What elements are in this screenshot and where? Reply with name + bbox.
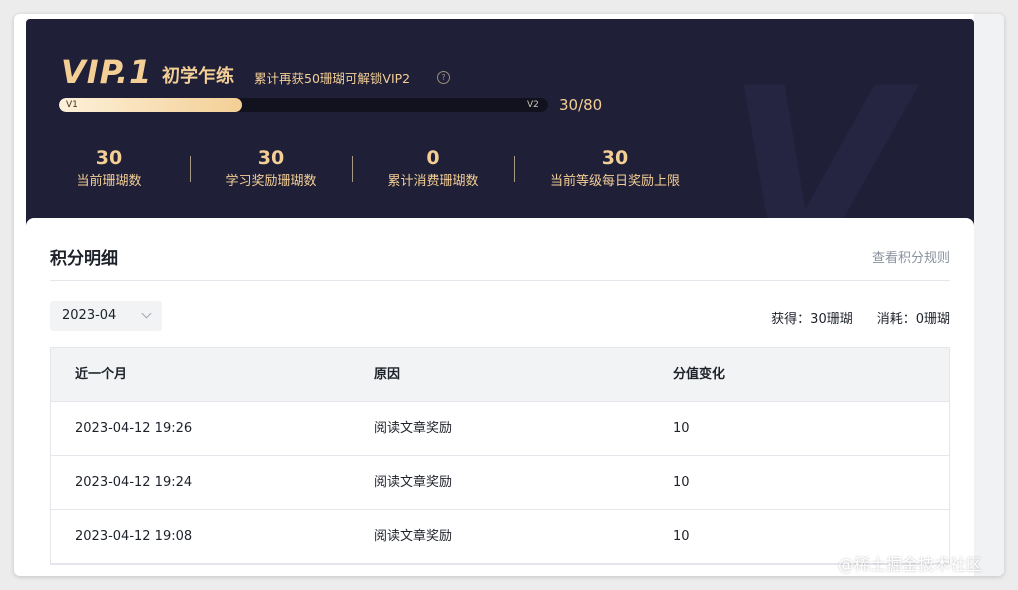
table-row: 2023-04-12 19:26 阅读文章奖励 10 (51, 402, 949, 456)
row-time: 2023-04-12 19:08 (75, 529, 193, 544)
month-select[interactable]: 2023-04 (50, 301, 162, 331)
vip-banner: V VIP.1 初学乍练 累计再获50珊瑚可解锁VIP2 ? V1 V2 30/… (26, 19, 974, 249)
header-time: 近一个月 (75, 367, 128, 382)
vip-progress-fill (59, 98, 243, 112)
spent-summary: 消耗：0珊瑚 (876, 312, 950, 327)
month-select-value: 2023-04 (62, 308, 117, 323)
question-circle-icon[interactable]: ? (437, 71, 450, 84)
table-row: 2023-04-12 19:24 阅读文章奖励 10 (51, 456, 949, 510)
section-title: 积分明细 (50, 249, 118, 269)
progress-start-label: V1 (66, 100, 78, 110)
header-change: 分值变化 (673, 367, 726, 382)
vip-level-name: 初学乍练 (162, 66, 234, 87)
earned-summary: 获得：30珊瑚 (771, 312, 853, 327)
view-rules-link[interactable]: 查看积分规则 (872, 247, 950, 266)
row-time: 2023-04-12 19:24 (75, 475, 193, 490)
row-change: 10 (673, 475, 690, 490)
chevron-down-icon (141, 308, 152, 319)
points-table: 近一个月 原因 分值变化 2023-04-12 19:26 阅读文章奖励 10 … (50, 347, 950, 565)
vip-level-title: VIP.1 (61, 53, 153, 91)
stat-study-reward: 30 学习奖励珊瑚数 (196, 146, 346, 192)
header-reason: 原因 (374, 367, 401, 382)
stat-label: 当前珊瑚数 (76, 174, 142, 189)
stat-label: 累计消费珊瑚数 (387, 174, 479, 189)
stat-daily-limit: 30 当前等级每日奖励上限 (520, 146, 710, 192)
points-detail-card: 积分明细 查看积分规则 2023-04 获得：30珊瑚 消耗：0珊瑚 近一个月 原… (26, 218, 974, 576)
vip-progress-bar (59, 98, 548, 112)
progress-end-label: V2 (527, 100, 539, 110)
stat-divider (352, 156, 353, 182)
stat-label: 当前等级每日奖励上限 (549, 174, 680, 189)
progress-text: 30/80 (559, 96, 603, 114)
row-reason: 阅读文章奖励 (374, 475, 453, 490)
app-window: V VIP.1 初学乍练 累计再获50珊瑚可解锁VIP2 ? V1 V2 30/… (14, 14, 1004, 576)
row-change: 10 (673, 421, 690, 436)
stat-divider (514, 156, 515, 182)
row-reason: 阅读文章奖励 (374, 529, 453, 544)
stat-value: 30 (601, 147, 629, 169)
row-change: 10 (673, 529, 690, 544)
stat-value: 30 (257, 147, 285, 169)
stat-value: 0 (426, 147, 440, 169)
row-time: 2023-04-12 19:26 (75, 421, 193, 436)
stat-value: 30 (95, 147, 123, 169)
stat-label: 学习奖励珊瑚数 (225, 174, 317, 189)
section-divider (50, 280, 950, 281)
stat-current-coral: 30 当前珊瑚数 (54, 146, 164, 192)
row-reason: 阅读文章奖励 (374, 421, 453, 436)
stat-divider (190, 156, 191, 182)
stat-total-spent: 0 累计消费珊瑚数 (358, 146, 508, 192)
table-header: 近一个月 原因 分值变化 (51, 348, 949, 402)
vip-unlock-hint: 累计再获50珊瑚可解锁VIP2 (254, 71, 411, 86)
watermark: @稀土掘金技术社区 (838, 555, 983, 574)
table-row: 2023-04-12 19:08 阅读文章奖励 10 (51, 510, 949, 564)
points-summary: 获得：30珊瑚 消耗：0珊瑚 (771, 308, 950, 327)
scrollbar[interactable] (974, 14, 1004, 576)
